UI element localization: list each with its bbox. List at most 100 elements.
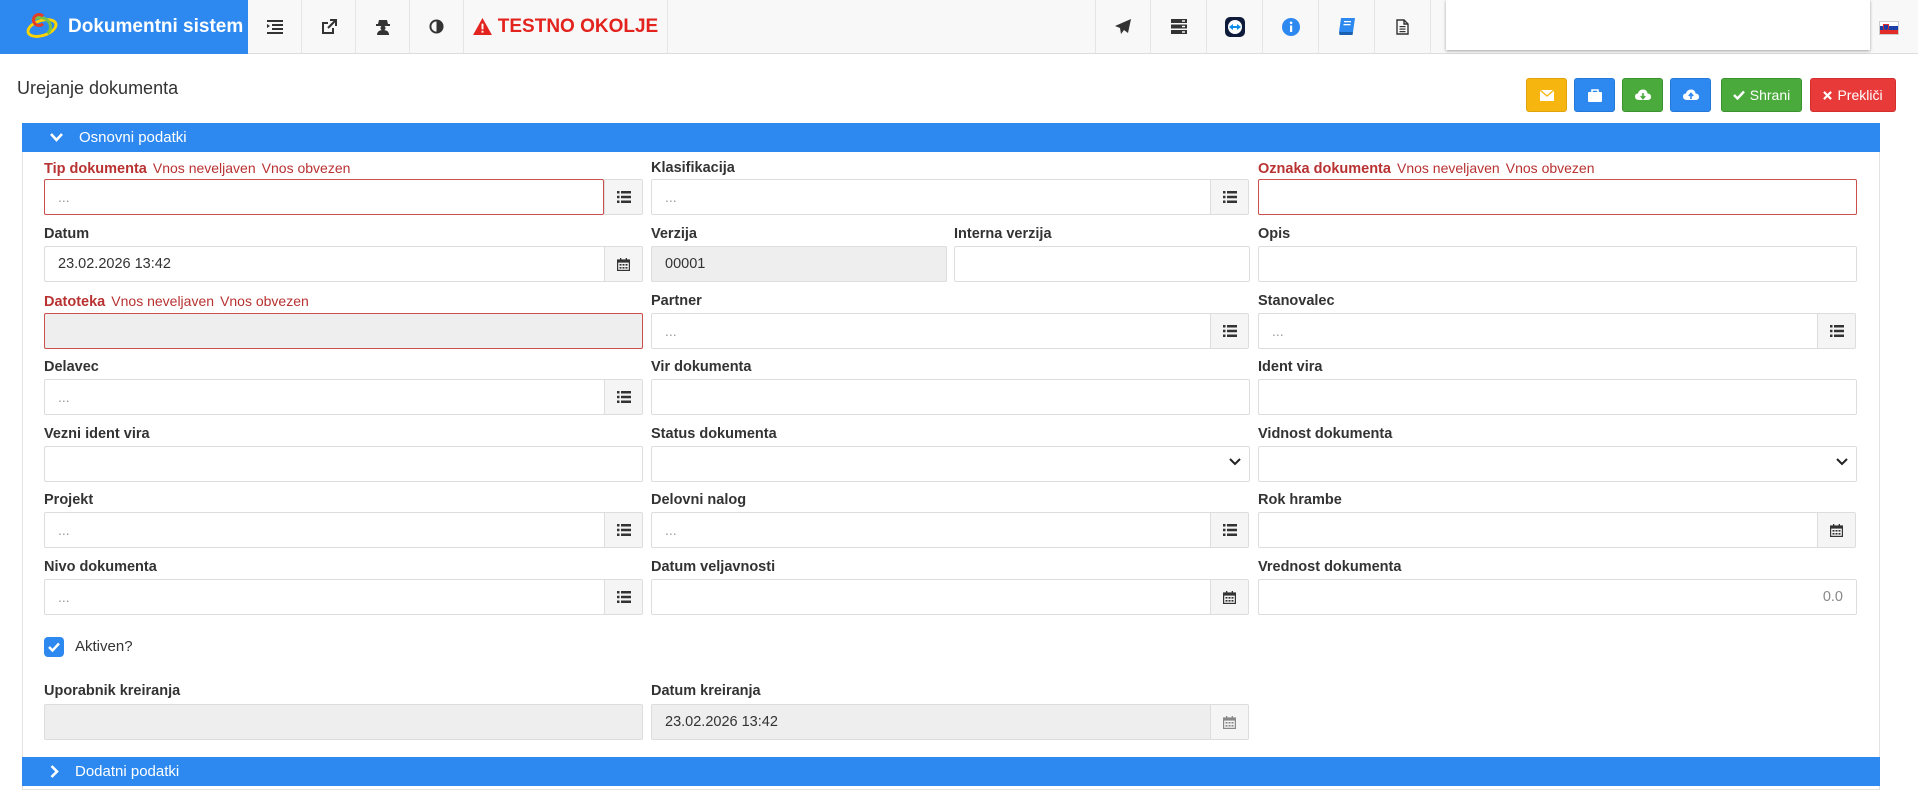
manual-button[interactable] <box>1319 0 1375 53</box>
klasifikacija-field[interactable]: ... <box>651 179 1211 215</box>
status-dokumenta-select[interactable] <box>651 446 1250 482</box>
oznaka-dokumenta-field[interactable] <box>1258 179 1857 215</box>
tip-dokumenta-field[interactable]: ... <box>44 179 604 215</box>
brand-name: Dokumentni sistem <box>68 16 244 37</box>
aktiven-label[interactable]: Aktiven? <box>75 638 133 655</box>
delovni-nalog-field[interactable]: ... <box>651 512 1211 548</box>
datoteka-label: Datoteka Vnos neveljaven Vnos obvezen <box>44 293 309 310</box>
warning-icon <box>472 18 492 35</box>
nivo-dokumenta-list-button[interactable] <box>604 579 643 615</box>
uporabnik-kreiranja-label: Uporabnik kreiranja <box>44 683 181 699</box>
interna-verzija-field[interactable] <box>954 246 1250 282</box>
basic-data-panel-header[interactable]: Osnovni podatki <box>22 123 1880 152</box>
paper-plane-icon <box>1115 18 1131 34</box>
send-email-button[interactable] <box>1526 78 1567 112</box>
contrast-toggle-button[interactable] <box>410 0 464 53</box>
partner-field[interactable]: ... <box>651 313 1211 349</box>
vrednost-dokumenta-field[interactable]: 0.0 <box>1258 579 1857 615</box>
partner-label: Partner <box>651 293 702 309</box>
teamviewer-icon <box>1224 16 1245 37</box>
external-link-icon <box>321 18 337 34</box>
opis-label: Opis <box>1258 226 1291 242</box>
aktiven-checkbox[interactable] <box>44 637 64 657</box>
lock-button[interactable] <box>1574 78 1615 112</box>
additional-data-panel-header[interactable]: Dodatni podatki <box>22 757 1880 786</box>
slovenia-flag-icon[interactable] <box>1879 21 1899 35</box>
info-icon <box>1281 17 1300 36</box>
save-button-label: Shrani <box>1749 87 1791 103</box>
list-icon <box>616 591 631 603</box>
vezni-ident-vira-label: Vezni ident vira <box>44 426 150 442</box>
projekt-list-button[interactable] <box>604 512 643 548</box>
user-dropdown-area[interactable] <box>1446 0 1870 50</box>
teamviewer-button[interactable] <box>1207 0 1263 53</box>
vir-dokumenta-field[interactable] <box>651 379 1250 415</box>
indent-list-button[interactable] <box>248 0 302 53</box>
vir-dokumenta-label: Vir dokumenta <box>651 359 752 375</box>
cancel-button[interactable]: Prekliči <box>1810 78 1896 112</box>
list-icon <box>616 391 631 403</box>
ident-vira-field[interactable] <box>1258 379 1857 415</box>
nivo-dokumenta-field[interactable]: ... <box>44 579 605 615</box>
delovni-nalog-list-button[interactable] <box>1210 512 1249 548</box>
list-icon <box>616 191 631 203</box>
datum-veljavnosti-field[interactable] <box>651 579 1211 615</box>
info-button[interactable] <box>1263 0 1319 53</box>
vezni-ident-vira-field[interactable] <box>44 446 643 482</box>
delovni-nalog-label: Delovni nalog <box>651 492 747 508</box>
list-icon <box>1829 325 1844 337</box>
book-icon <box>1338 18 1355 35</box>
user-secret-button[interactable] <box>356 0 410 53</box>
partner-list-button[interactable] <box>1210 313 1249 349</box>
tip-dokumenta-label: Tip dokumenta Vnos neveljaven Vnos obvez… <box>44 160 351 177</box>
datum-veljavnosti-calendar-button[interactable] <box>1210 579 1249 615</box>
document-button[interactable] <box>1375 0 1431 53</box>
cancel-button-label: Prekliči <box>1837 87 1883 103</box>
status-dokumenta-label: Status dokumenta <box>651 426 777 442</box>
chevron-down-icon <box>1836 458 1848 466</box>
stanovalec-field[interactable]: ... <box>1258 313 1818 349</box>
delavec-list-button[interactable] <box>604 379 643 415</box>
cloud-upload-icon <box>1682 89 1699 100</box>
klasifikacija-list-button[interactable] <box>1210 179 1249 215</box>
delavec-field[interactable]: ... <box>44 379 605 415</box>
document-icon <box>1396 18 1409 35</box>
user-secret-icon <box>375 19 390 35</box>
uporabnik-kreiranja-field <box>44 704 643 740</box>
calendar-icon <box>1223 715 1236 729</box>
list-icon <box>1222 325 1237 337</box>
datum-label: Datum <box>44 226 90 242</box>
send-button[interactable] <box>1095 0 1151 53</box>
datum-kreiranja-calendar-button[interactable] <box>1210 704 1249 740</box>
list-icon <box>616 524 631 536</box>
tip-dokumenta-list-button[interactable] <box>604 179 643 215</box>
opis-field[interactable] <box>1258 246 1857 282</box>
nivo-dokumenta-label: Nivo dokumenta <box>44 559 157 575</box>
projekt-label: Projekt <box>44 492 94 508</box>
datoteka-field[interactable] <box>44 313 643 349</box>
vidnost-dokumenta-select[interactable] <box>1258 446 1857 482</box>
cloud-download-button[interactable] <box>1622 78 1663 112</box>
check-icon <box>48 642 60 652</box>
close-icon <box>1823 90 1833 100</box>
projekt-field[interactable]: ... <box>44 512 605 548</box>
ident-vira-label: Ident vira <box>1258 359 1323 375</box>
rok-hrambe-field[interactable] <box>1258 512 1818 548</box>
brand[interactable]: Dokumentni sistem <box>0 0 248 54</box>
stanovalec-list-button[interactable] <box>1817 313 1856 349</box>
chevron-right-icon <box>50 765 59 778</box>
indent-list-icon <box>266 19 283 34</box>
cloud-download-icon <box>1634 89 1651 100</box>
rok-hrambe-label: Rok hrambe <box>1258 492 1342 508</box>
check-icon <box>1732 90 1745 100</box>
cloud-upload-button[interactable] <box>1670 78 1711 112</box>
oznaka-dokumenta-label: Oznaka dokumenta Vnos neveljaven Vnos ob… <box>1258 160 1595 177</box>
external-link-button[interactable] <box>302 0 356 53</box>
briefcase-icon <box>1587 88 1602 102</box>
save-button[interactable]: Shrani <box>1721 78 1802 112</box>
datum-veljavnosti-label: Datum veljavnosti <box>651 559 776 575</box>
datum-calendar-button[interactable] <box>604 246 643 282</box>
rok-hrambe-calendar-button[interactable] <box>1817 512 1856 548</box>
server-button[interactable] <box>1151 0 1207 53</box>
datum-field[interactable]: 23.02.2026 13:42 <box>44 246 605 282</box>
